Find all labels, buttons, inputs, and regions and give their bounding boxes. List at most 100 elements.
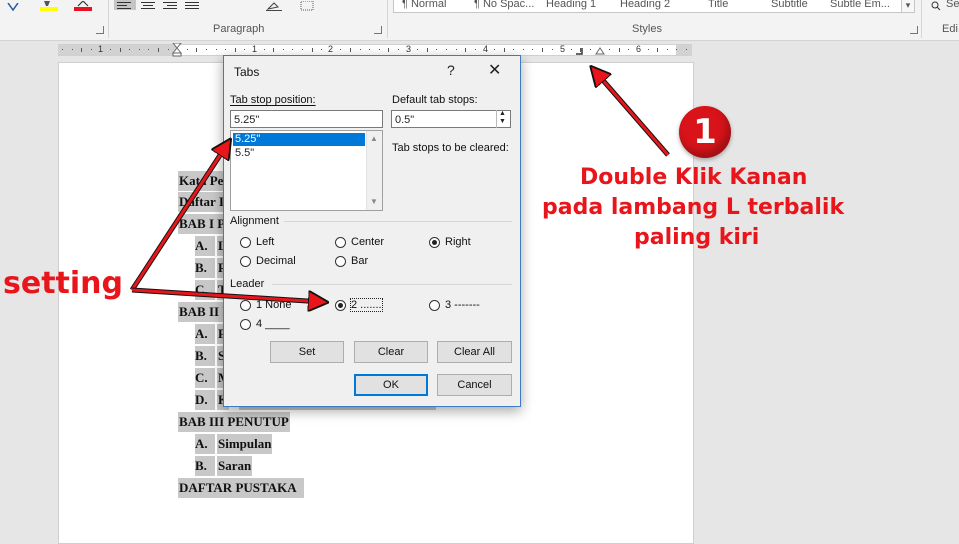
list-item-text[interactable]: Saran — [217, 456, 253, 476]
style-heading-1[interactable]: Heading 1 — [546, 0, 596, 10]
spin-down-icon[interactable]: ▼ — [499, 118, 506, 125]
alignment-left-radio[interactable] — [240, 237, 251, 248]
default-tab-stops-input[interactable]: 0.5" — [391, 110, 511, 128]
paragraph-group-label: Paragraph — [213, 23, 265, 35]
justify-button[interactable] — [184, 0, 200, 10]
document-heading[interactable]: BAB II I — [178, 302, 229, 322]
list-item-letter: A. — [195, 434, 215, 454]
setting-annotation: setting — [3, 266, 123, 301]
leader-underline-label[interactable]: 4 ____ — [256, 318, 290, 330]
tab-stop-position-input[interactable]: 5.25" — [230, 110, 383, 128]
leader-none-radio[interactable] — [240, 300, 251, 311]
list-item-text[interactable]: Simpulan — [217, 434, 273, 454]
ruler-tick — [196, 48, 198, 52]
styles-scroll-icon[interactable]: ▾ — [901, 0, 915, 13]
right-tab-stop-icon[interactable] — [576, 48, 584, 56]
ruler-dot — [513, 49, 515, 50]
document-heading[interactable]: BAB I P — [178, 214, 227, 234]
ruler-tick — [234, 48, 236, 52]
list-item-letter: C. — [195, 280, 215, 300]
find-label[interactable]: Se — [946, 0, 959, 10]
list-item[interactable]: 5.25" — [232, 132, 366, 147]
list-item-letter: A. — [195, 236, 215, 256]
leader-none-label[interactable]: 1 None — [256, 299, 291, 311]
alignment-decimal-radio[interactable] — [240, 256, 251, 267]
ruler-dot — [436, 49, 438, 50]
spin-up-icon[interactable]: ▲ — [499, 110, 506, 117]
ruler-dot — [359, 49, 361, 50]
right-indent-marker-icon[interactable] — [595, 45, 605, 55]
list-item-letter: A. — [195, 324, 215, 344]
shading-icon[interactable] — [266, 0, 282, 11]
ok-button[interactable]: OK — [354, 374, 428, 396]
ruler-dot — [676, 49, 678, 50]
alignment-right-radio[interactable] — [429, 237, 440, 248]
ruler-dot — [474, 49, 476, 50]
indent-marker-icon[interactable] — [172, 43, 182, 57]
alignment-decimal-label[interactable]: Decimal — [256, 255, 296, 267]
style-heading-2[interactable]: Heading 2 — [620, 0, 670, 10]
styles-gallery[interactable]: ¶ Normal ¶ No Spac... Heading 1 Heading … — [393, 0, 903, 13]
list-item[interactable]: 5.5" — [233, 147, 365, 160]
ruler-dot — [378, 49, 380, 50]
ruler-tick — [542, 48, 543, 52]
ruler-dot — [686, 49, 687, 50]
tab-stop-position-label: Tab stop position: — [230, 94, 316, 106]
scroll-down-icon[interactable]: ▼ — [370, 197, 378, 206]
alignment-bar-label[interactable]: Bar — [351, 255, 368, 267]
alignment-center-label[interactable]: Center — [351, 236, 384, 248]
align-left-button[interactable] — [114, 0, 136, 10]
tab-stops-list[interactable]: 5.25" 5.5" ▲ ▼ — [230, 130, 383, 211]
style-no-spacing[interactable]: ¶ No Spac... — [474, 0, 534, 10]
leader-dashes-label[interactable]: 3 ------- — [445, 299, 480, 311]
default-tab-stops-label: Default tab stops: — [392, 94, 478, 106]
ribbon: Paragraph ¶ Normal ¶ No Spac... Heading … — [0, 0, 959, 41]
list-scrollbar[interactable]: ▲ ▼ — [366, 131, 382, 210]
scroll-up-icon[interactable]: ▲ — [370, 134, 378, 143]
leader-dots-radio[interactable] — [335, 300, 346, 311]
styles-group-label: Styles — [632, 23, 662, 35]
alignment-left-label[interactable]: Left — [256, 236, 274, 248]
step-number-badge: 1 — [679, 106, 731, 158]
borders-icon[interactable] — [300, 0, 316, 11]
align-center-button[interactable] — [140, 0, 156, 10]
leader-underline-radio[interactable] — [240, 319, 251, 330]
list-item-letter: B. — [195, 258, 215, 278]
clear-button[interactable]: Clear — [354, 341, 428, 363]
list-item-letter: C. — [195, 368, 215, 388]
font-dialog-launcher-icon[interactable] — [96, 26, 104, 34]
document-heading[interactable]: BAB III PENUTUP — [178, 412, 290, 432]
alignment-right-label[interactable]: Right — [445, 236, 471, 248]
search-icon[interactable] — [931, 0, 947, 11]
set-button[interactable]: Set — [270, 341, 344, 363]
leader-dots-label[interactable]: 2 ....... — [350, 298, 383, 312]
styles-dialog-launcher-icon[interactable] — [910, 26, 918, 34]
document-heading[interactable]: Kata Pe — [178, 171, 225, 191]
default-tab-stops-spinner[interactable]: ▲ ▼ — [496, 110, 510, 128]
document-heading[interactable]: DAFTAR PUSTAKA — [178, 478, 304, 498]
align-right-button[interactable] — [162, 0, 178, 10]
ruler-dot — [609, 49, 611, 50]
help-icon[interactable]: ? — [447, 62, 455, 78]
highlight-color-icon[interactable] — [40, 0, 58, 11]
style-subtle-emphasis[interactable]: Subtle Em... — [830, 0, 890, 10]
clear-all-button[interactable]: Clear All — [437, 341, 512, 363]
leader-label: Leader — [230, 278, 265, 290]
ruler-dot — [532, 49, 534, 50]
paragraph-dialog-launcher-icon[interactable] — [374, 26, 382, 34]
instruction-line-1: Double Klik Kanan — [580, 165, 808, 190]
leader-dashes-radio[interactable] — [429, 300, 440, 311]
instruction-line-3: paling kiri — [634, 225, 760, 250]
text-effects-icon[interactable] — [6, 0, 22, 12]
font-color-icon[interactable] — [74, 0, 92, 11]
close-icon[interactable]: ✕ — [488, 60, 501, 80]
alignment-center-radio[interactable] — [335, 237, 346, 248]
document-heading[interactable]: Daftar I — [178, 192, 225, 212]
alignment-bar-radio[interactable] — [335, 256, 346, 267]
ruler-dot — [263, 49, 265, 50]
style-title[interactable]: Title — [708, 0, 728, 10]
cancel-button[interactable]: Cancel — [437, 374, 512, 396]
style-normal[interactable]: ¶ Normal — [402, 0, 446, 10]
dialog-title: Tabs — [234, 65, 260, 79]
style-subtitle[interactable]: Subtitle — [771, 0, 808, 10]
